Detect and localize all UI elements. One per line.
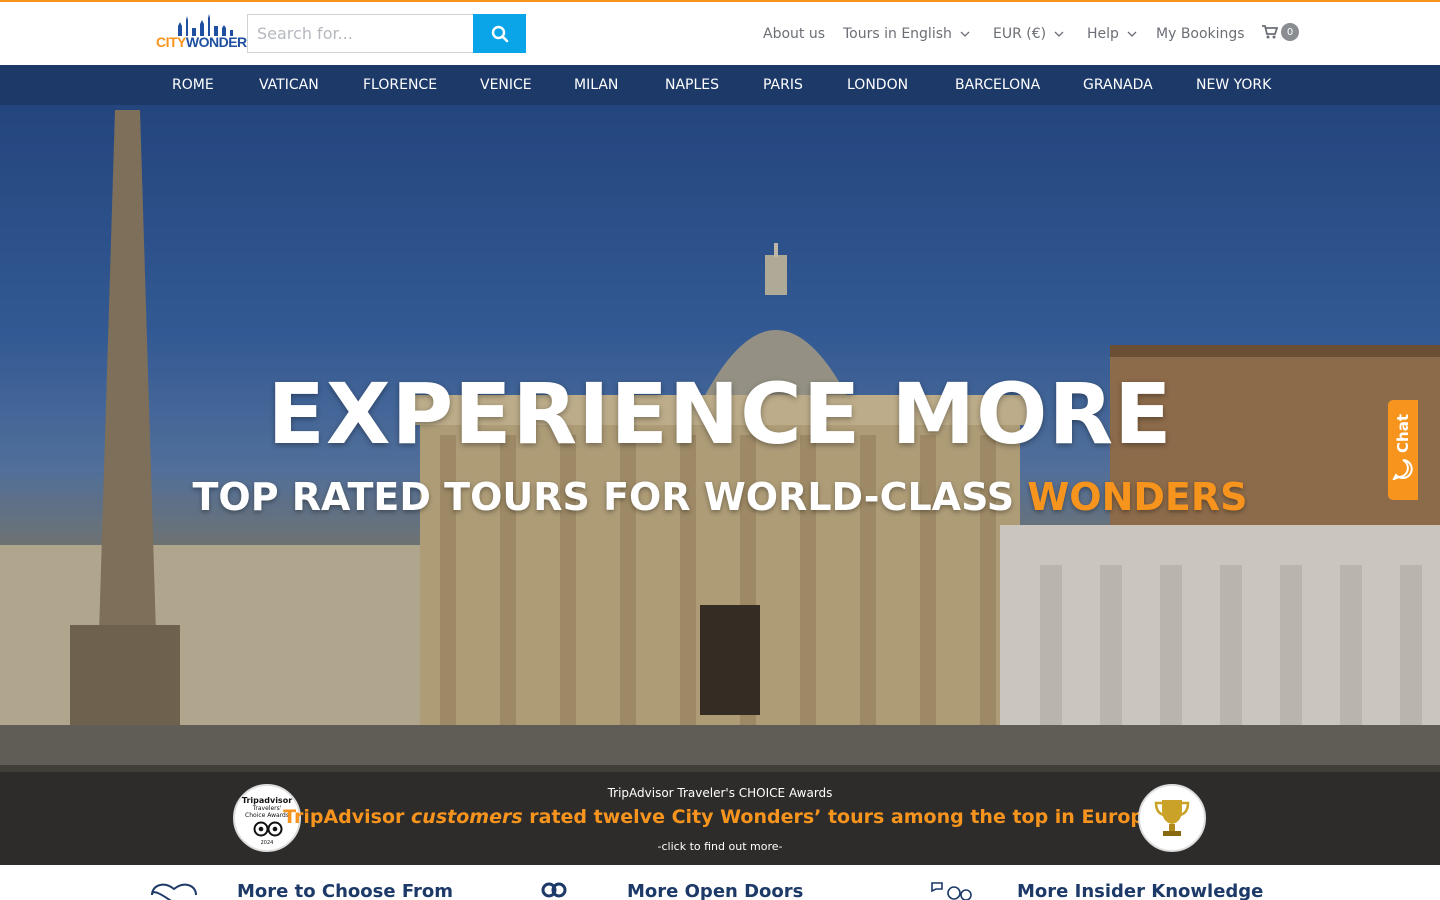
- trophy-badge: [1138, 784, 1206, 852]
- award-find-out-more[interactable]: -click to find out more-: [0, 840, 1440, 853]
- heart-icon: [151, 883, 197, 900]
- tours-language-label: Tours in English: [843, 25, 952, 42]
- city-link-paris[interactable]: PARIS: [763, 65, 803, 105]
- search-input[interactable]: [247, 14, 473, 53]
- chevron-down-icon: [1054, 31, 1064, 37]
- hero-subtitle: TOP RATED TOURS FOR WORLD-CLASS WONDERS: [0, 475, 1440, 519]
- city-link-london[interactable]: LONDON: [847, 65, 908, 105]
- award-heading: TripAdvisor Traveler's CHOICE Awards: [607, 786, 833, 800]
- chevron-down-icon: [1127, 31, 1137, 37]
- hero-subtitle-accent: WONDERS: [1027, 475, 1248, 519]
- city-link-new-york[interactable]: NEW YORK: [1196, 65, 1271, 105]
- city-link-barcelona[interactable]: BARCELONA: [955, 65, 1040, 105]
- city-link-florence[interactable]: FLORENCE: [363, 65, 437, 105]
- my-bookings-label: My Bookings: [1156, 25, 1245, 42]
- chat-tab[interactable]: Chat: [1388, 400, 1418, 500]
- about-us-link[interactable]: About us: [763, 2, 825, 65]
- hero-subtitle-main: TOP RATED TOURS FOR WORLD-CLASS: [192, 475, 1028, 519]
- city-link-naples[interactable]: NAPLES: [665, 65, 719, 105]
- city-navigation: ROME VATICAN FLORENCE VENICE MILAN NAPLE…: [0, 65, 1440, 105]
- feature-more-choice: More to Choose From: [237, 881, 453, 900]
- feature-insider-knowledge: More Insider Knowledge: [1017, 881, 1264, 900]
- currency-dropdown[interactable]: EUR (€): [993, 2, 1064, 65]
- chevron-down-icon: [960, 31, 970, 37]
- help-label: Help: [1087, 25, 1119, 42]
- city-link-vatican[interactable]: VATICAN: [259, 65, 319, 105]
- tours-language-dropdown[interactable]: Tours in English: [843, 2, 970, 65]
- chat-label: Chat: [1394, 414, 1412, 453]
- cart-button[interactable]: 0: [1262, 23, 1299, 41]
- city-link-rome[interactable]: ROME: [172, 65, 214, 105]
- chat-bubble-icon: [1392, 459, 1413, 480]
- feature-open-doors: More Open Doors: [627, 881, 804, 900]
- city-link-venice[interactable]: VENICE: [480, 65, 532, 105]
- search-icon: [491, 25, 508, 42]
- search-button[interactable]: [473, 14, 526, 53]
- cart-icon: [1262, 25, 1278, 39]
- guide-icon: [931, 882, 972, 900]
- cart-count-badge: 0: [1281, 23, 1299, 41]
- features-strip: More to Choose From More Open Doors More…: [0, 865, 1440, 900]
- keys-icon: [541, 882, 567, 898]
- my-bookings-link[interactable]: My Bookings: [1156, 2, 1245, 65]
- hero-title: EXPERIENCE MORE: [267, 365, 1173, 463]
- about-us-label: About us: [763, 25, 826, 42]
- city-link-milan[interactable]: MILAN: [574, 65, 618, 105]
- site-header: CITYWONDERS About us Tours in English EU…: [0, 2, 1440, 65]
- currency-label: EUR (€): [993, 25, 1047, 42]
- help-dropdown[interactable]: Help: [1087, 2, 1137, 65]
- logo-wordmark: CITYWONDERS: [156, 34, 256, 50]
- trophy-icon: [1154, 800, 1190, 836]
- site-logo[interactable]: CITYWONDERS: [156, 14, 256, 54]
- tripadvisor-award-banner[interactable]: Tripadvisor Travelers' Choice Awards 2024…: [0, 772, 1440, 865]
- skyline-icon: [178, 14, 233, 36]
- award-headline: TripAdvisor customers rated twelve City …: [283, 806, 1157, 828]
- city-link-granada[interactable]: GRANADA: [1083, 65, 1153, 105]
- hero-banner: EXPERIENCE MORE TOP RATED TOURS FOR WORL…: [0, 105, 1440, 865]
